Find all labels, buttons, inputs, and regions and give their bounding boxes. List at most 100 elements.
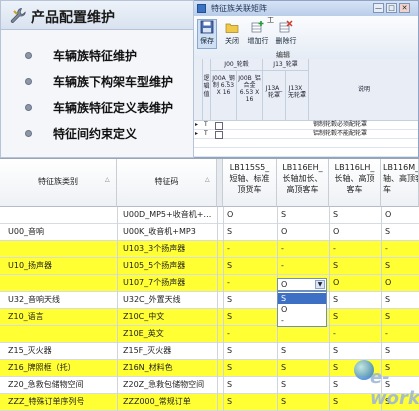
col-header-code[interactable]: 特征码 △ [117,159,217,207]
table-row[interactable]: Z10_语言 Z10C_中文 S S S [0,309,419,326]
cell-v3[interactable]: S [333,258,377,274]
chevron-down-icon[interactable]: ▼ [315,280,325,289]
cell-v4[interactable]: S [385,309,415,325]
cell-v4[interactable]: S [385,258,415,274]
cell-v2[interactable] [281,326,325,342]
table-row[interactable]: U10_扬声器 U105_5个扬声器 S - S S [0,258,419,275]
cell-v2[interactable]: S [281,207,325,223]
col-header-lb116eh[interactable]: LB116EH_长轴加长、高顶客车 [277,159,329,207]
cell-v1[interactable]: O [227,207,273,223]
matrix-col-no-fender[interactable]: J13X_无轮罩 [286,71,309,121]
cell-v3[interactable]: S [333,309,377,325]
cell-v1[interactable]: - [227,241,273,257]
cell-code[interactable]: U00D_MP5+收音机+… [123,207,215,223]
cell-v1[interactable]: - [227,275,273,291]
dropdown-option[interactable]: - [278,315,326,326]
cell-v4[interactable]: O [385,207,415,223]
cell-v4[interactable]: O [385,275,415,291]
table-row[interactable]: U32_音响天线 U32C_外置天线 S S S [0,292,419,309]
cell-v2[interactable]: S [281,343,325,359]
delete-row-button[interactable]: 删除行 [273,20,299,46]
matrix-row[interactable] [193,148,418,157]
menu-item-feature-constraints[interactable]: 特征间约束定义 [1,121,193,147]
matrix-window: 特征族关联矩阵 — □ ✕ 工 保存 关闭 增加行 删除行 编辑 逻辑值 J00… [192,0,419,158]
cell-code[interactable]: U105_5个扬声器 [123,258,215,274]
matrix-col-steel[interactable]: J00A_钢制 6.53 X 16 [211,71,237,121]
cell-code[interactable]: U103_3个扬声器 [123,241,215,257]
cell-v3[interactable]: S [333,343,377,359]
matrix-col-fender[interactable]: J13A_轮罩 [263,71,286,121]
matrix-checkbox[interactable] [215,131,223,139]
close-window-button[interactable]: ✕ [399,3,410,13]
cell-v4[interactable]: S [385,292,415,308]
matrix-row[interactable]: ▸ T 钢制轮毂必须配轮罩 [193,121,418,130]
maximize-button[interactable]: □ [386,3,397,13]
table-row[interactable]: U00D_MP5+收音机+… O S S O [0,207,419,224]
value-dropdown[interactable]: O ▼ [277,278,327,291]
cell-code[interactable]: Z10E_英文 [123,326,215,342]
cell-v4[interactable]: - [385,241,415,257]
cell-v1[interactable]: S [227,224,273,240]
table-row[interactable]: Z15_灭火器 Z15F_灭火器 S S S S [0,343,419,360]
add-row-button[interactable]: 增加行 [245,20,271,46]
cell-code[interactable]: ZZZ000_常规订单 [123,394,215,410]
col-header-lb116m[interactable]: LB116M_中轴、高顶客车 [381,159,419,207]
table-row[interactable]: U103_3个扬声器 - - - - [0,241,419,258]
cell-v1[interactable]: S [227,377,273,393]
table-row[interactable]: U107_7个扬声器 - O O [0,275,419,292]
dropdown-option[interactable]: O [278,304,326,315]
matrix-window-titlebar[interactable]: 特征族关联矩阵 — □ ✕ [193,1,418,17]
menu-item-family-features[interactable]: 车辆族特征维护 [1,43,193,69]
matrix-checkbox[interactable] [215,122,223,130]
cell-v1[interactable]: S [227,394,273,410]
cell-code[interactable]: U107_7个扬声器 [123,275,215,291]
cell-v4[interactable]: S [385,224,415,240]
cell-code[interactable]: Z10C_中文 [123,309,215,325]
table-row[interactable]: Z20_急救包储物空间 Z20Z_急救包储物空间 S S S S [0,377,419,394]
sort-icon[interactable]: △ [105,176,110,183]
cell-v1[interactable]: - [227,326,273,342]
cell-v3[interactable]: - [333,241,377,257]
cell-v2[interactable]: - [281,241,325,257]
minimize-button[interactable]: — [373,3,384,13]
table-row[interactable]: U00_音响 U00K_收音机+MP3 S O O S [0,224,419,241]
cell-code[interactable]: Z20Z_急救包储物空间 [123,377,215,393]
menu-item-feature-definitions[interactable]: 车辆族特征定义表维护 [1,95,193,121]
cell-v4[interactable]: S [385,343,415,359]
cell-v3[interactable]: - [333,326,377,342]
cell-v2[interactable]: - [281,258,325,274]
sort-icon[interactable]: △ [205,176,210,183]
cell-v1[interactable]: S [227,343,273,359]
cell-v3[interactable]: S [333,207,377,223]
cell-code[interactable]: U32C_外置天线 [123,292,215,308]
cell-v2[interactable]: O [281,224,325,240]
matrix-row[interactable] [193,139,418,148]
cell-v3[interactable]: O [333,224,377,240]
cell-v1[interactable]: S [227,309,273,325]
cell-v1[interactable]: S [227,292,273,308]
cell-v4[interactable]: - [385,326,415,342]
bullet-icon [25,104,32,111]
cell-v2[interactable]: S [281,377,325,393]
dropdown-option[interactable]: S [278,293,326,304]
close-button[interactable]: 关闭 [221,20,243,46]
cell-code[interactable]: U00K_收音机+MP3 [123,224,215,240]
cell-code[interactable]: Z16N_材料色 [123,360,215,376]
cell-v2[interactable]: S [281,394,325,410]
cell-v3[interactable]: S [333,292,377,308]
save-button[interactable]: 保存 [197,19,217,49]
matrix-col-alloy[interactable]: J00B_铝合金 6.53 X 16 [237,71,263,121]
matrix-row[interactable]: ▸ T 铝制轮毂不能配轮罩 [193,130,418,139]
cell-v1[interactable]: S [227,360,273,376]
table-row[interactable]: ZZZ_特殊订单序列号 ZZZ000_常规订单 S S S S [0,394,419,411]
cell-code[interactable]: Z15F_灭火器 [123,343,215,359]
menu-item-family-models[interactable]: 车辆族下构架车型维护 [1,69,193,95]
table-row[interactable]: Z10E_英文 - - - [0,326,419,343]
cell-v2[interactable]: S [281,360,325,376]
col-header-family[interactable]: 特征族类别 △ [0,159,117,207]
cell-v3[interactable]: O [333,275,377,291]
col-header-lb115s5[interactable]: LB115S5_短轴、标准顶货车 [223,159,277,207]
cell-v1[interactable]: S [227,258,273,274]
wrench-icon [10,8,26,23]
col-header-lb116lh[interactable]: LB116LH_长轴、高顶客车 [329,159,381,207]
